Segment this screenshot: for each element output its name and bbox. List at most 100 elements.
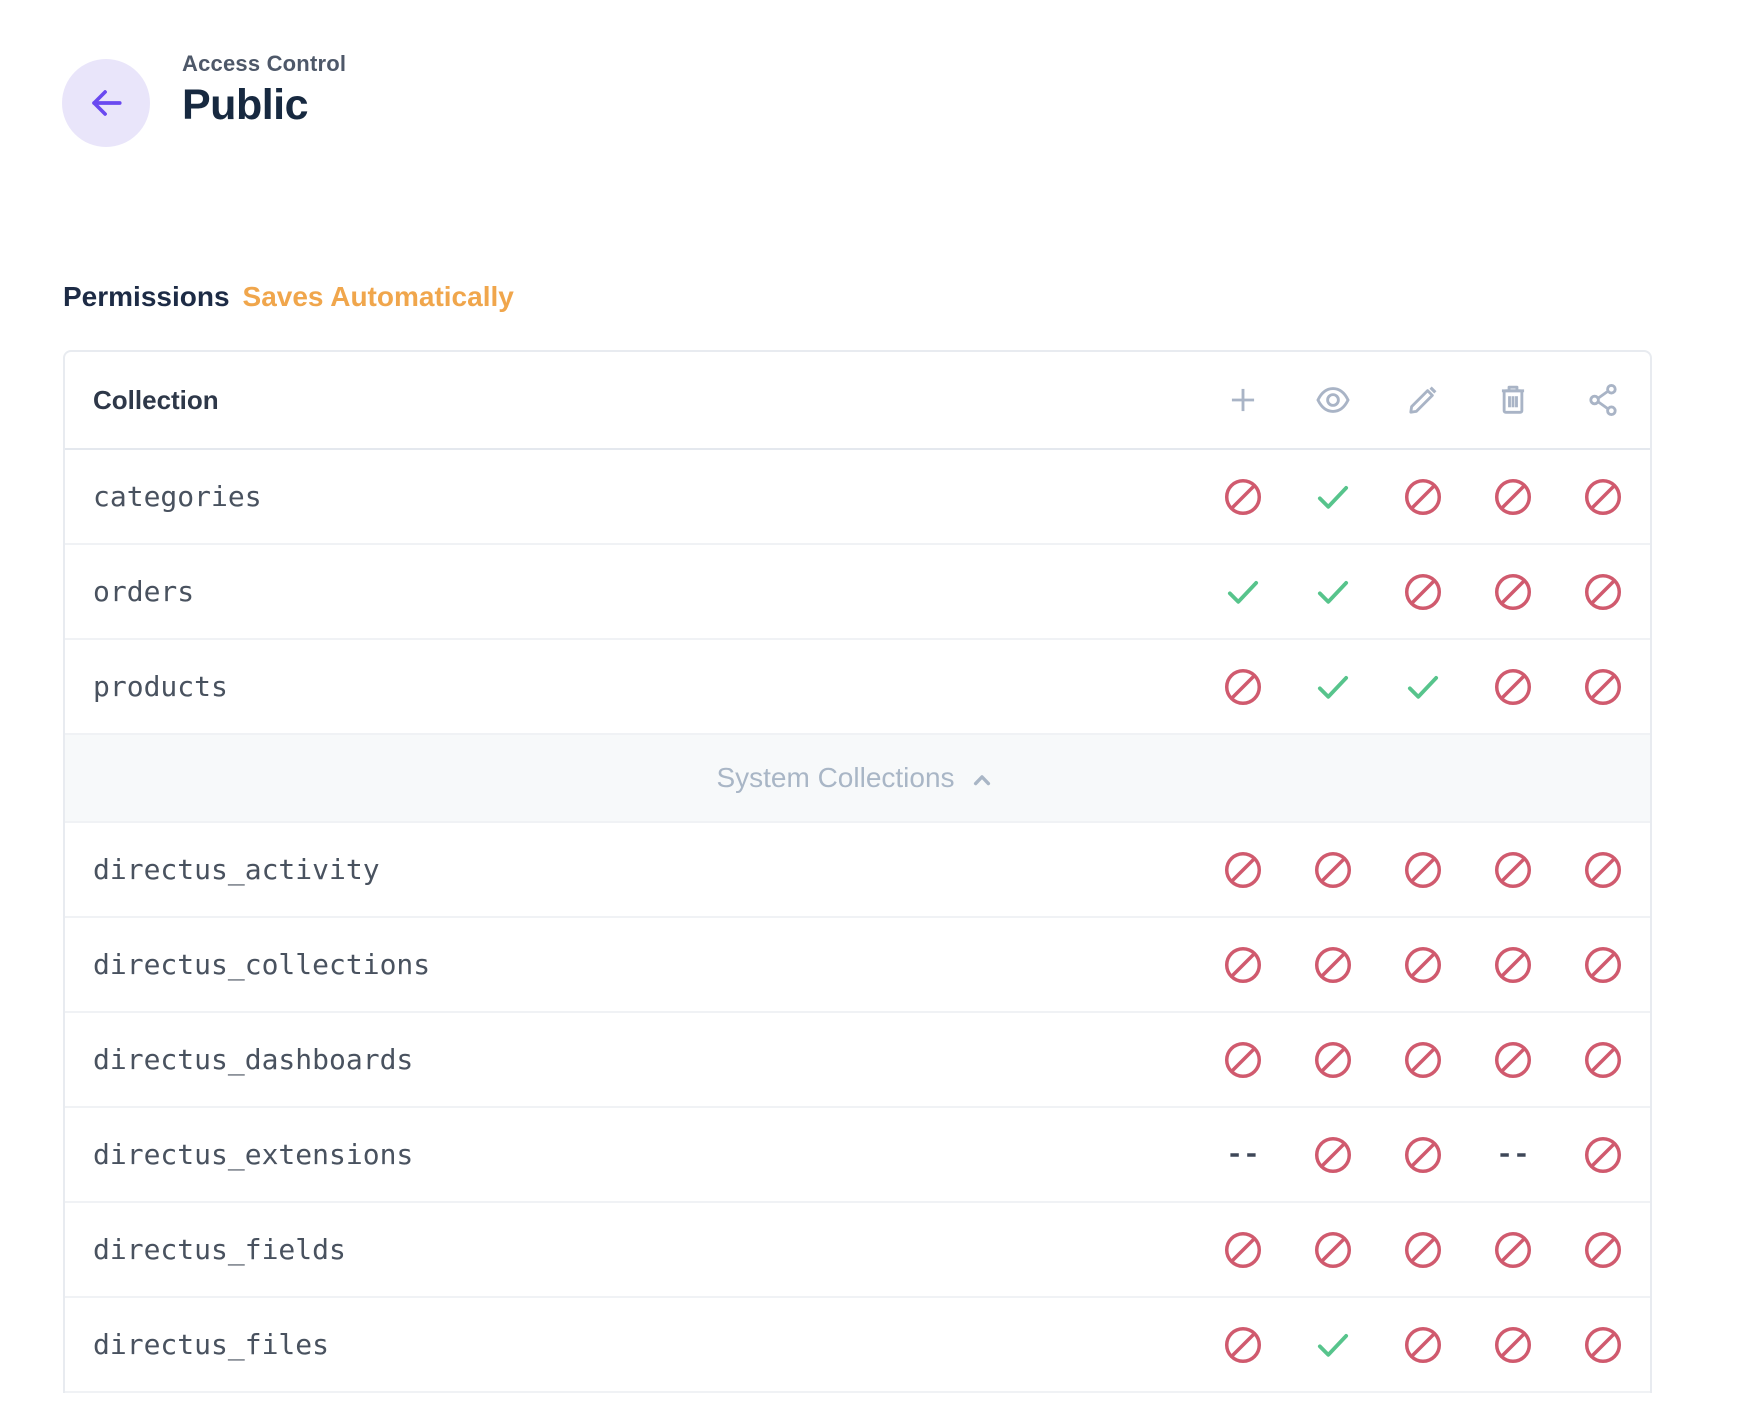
block-icon	[1582, 476, 1624, 518]
block-icon	[1492, 849, 1534, 891]
permission-cells	[1198, 449, 1650, 544]
permission-toggle-share[interactable]	[1558, 449, 1648, 544]
action-column-headers	[1198, 381, 1650, 419]
permission-toggle-update[interactable]	[1378, 1012, 1468, 1107]
permission-toggle-create[interactable]	[1198, 1012, 1288, 1107]
block-icon	[1492, 1229, 1534, 1271]
permissions-table: Collection	[63, 350, 1652, 1393]
share-icon	[1584, 381, 1622, 419]
collection-name: directus_fields	[65, 1233, 1198, 1266]
permission-toggle-update[interactable]	[1378, 1107, 1468, 1202]
permission-toggle-share[interactable]	[1558, 1297, 1648, 1392]
permission-toggle-read[interactable]	[1288, 639, 1378, 734]
permission-toggle-delete[interactable]	[1468, 544, 1558, 639]
block-icon	[1402, 476, 1444, 518]
permission-toggle-read[interactable]	[1288, 544, 1378, 639]
permission-toggle-create[interactable]	[1198, 822, 1288, 917]
permission-toggle-update[interactable]	[1378, 1297, 1468, 1392]
permission-toggle-share[interactable]	[1558, 544, 1648, 639]
permission-toggle-delete[interactable]	[1468, 822, 1558, 917]
permission-toggle-read[interactable]	[1288, 449, 1378, 544]
block-icon	[1312, 944, 1354, 986]
plus-icon	[1224, 381, 1262, 419]
permissions-heading: Permissions	[63, 281, 230, 313]
title-block: Access Control Public	[182, 51, 346, 130]
permission-toggle-create[interactable]	[1198, 1202, 1288, 1297]
permission-cells	[1198, 1107, 1650, 1202]
permission-toggle-share[interactable]	[1558, 822, 1648, 917]
block-icon	[1582, 1039, 1624, 1081]
read-column-header	[1288, 381, 1378, 419]
block-icon	[1222, 476, 1264, 518]
table-row: directus_fields	[65, 1203, 1650, 1298]
system-collections-divider[interactable]: System Collections	[65, 735, 1650, 823]
permission-toggle-create[interactable]	[1198, 1297, 1288, 1392]
permission-cells	[1198, 639, 1650, 734]
block-icon	[1312, 1134, 1354, 1176]
permission-toggle-delete[interactable]	[1468, 917, 1558, 1012]
table-row: orders	[65, 545, 1650, 640]
back-button[interactable]	[62, 59, 150, 147]
block-icon	[1312, 849, 1354, 891]
block-icon	[1492, 944, 1534, 986]
permission-toggle-read[interactable]	[1288, 1297, 1378, 1392]
collection-column-header: Collection	[65, 385, 1198, 416]
block-icon	[1582, 1134, 1624, 1176]
permissions-section-heading: Permissions Saves Automatically	[63, 281, 1760, 313]
permission-toggle-update[interactable]	[1378, 544, 1468, 639]
permission-toggle-delete[interactable]	[1468, 1202, 1558, 1297]
table-row: directus_collections	[65, 918, 1650, 1013]
block-icon	[1402, 944, 1444, 986]
block-icon	[1222, 944, 1264, 986]
block-icon	[1402, 849, 1444, 891]
permission-toggle-update[interactable]	[1378, 822, 1468, 917]
permission-toggle-update[interactable]	[1378, 917, 1468, 1012]
permission-toggle-read[interactable]	[1288, 1107, 1378, 1202]
delete-column-header	[1468, 381, 1558, 419]
permission-toggle-create[interactable]	[1198, 544, 1288, 639]
block-icon	[1222, 666, 1264, 708]
permission-toggle-delete[interactable]	[1468, 639, 1558, 734]
permission-cells	[1198, 1202, 1650, 1297]
permission-toggle-delete[interactable]	[1468, 1297, 1558, 1392]
permission-toggle-update[interactable]	[1378, 1202, 1468, 1297]
collection-name: directus_dashboards	[65, 1043, 1198, 1076]
permission-toggle-share[interactable]	[1558, 1202, 1648, 1297]
permission-toggle-share[interactable]	[1558, 1012, 1648, 1107]
permission-toggle-share[interactable]	[1558, 1107, 1648, 1202]
permission-toggle-create[interactable]	[1198, 639, 1288, 734]
permission-toggle-delete[interactable]	[1468, 449, 1558, 544]
collection-name: directus_files	[65, 1328, 1198, 1361]
block-icon	[1402, 1229, 1444, 1271]
permission-toggle-create[interactable]	[1198, 1107, 1288, 1202]
permission-toggle-create[interactable]	[1198, 449, 1288, 544]
system-collections-label: System Collections	[716, 762, 954, 794]
create-column-header	[1198, 381, 1288, 419]
collection-name: directus_activity	[65, 853, 1198, 886]
permission-toggle-read[interactable]	[1288, 917, 1378, 1012]
permission-cells	[1198, 544, 1650, 639]
permission-toggle-read[interactable]	[1288, 1012, 1378, 1107]
block-icon	[1582, 1229, 1624, 1271]
permission-toggle-share[interactable]	[1558, 917, 1648, 1012]
collection-name: products	[65, 670, 1198, 703]
page-header: Access Control Public	[62, 59, 1760, 147]
check-icon	[1312, 666, 1354, 708]
permission-toggle-delete[interactable]	[1468, 1012, 1558, 1107]
dash-icon	[1222, 1134, 1264, 1176]
permission-toggle-read[interactable]	[1288, 822, 1378, 917]
permission-toggle-create[interactable]	[1198, 917, 1288, 1012]
breadcrumb: Access Control	[182, 51, 346, 77]
permission-toggle-update[interactable]	[1378, 449, 1468, 544]
autosave-note: Saves Automatically	[243, 281, 514, 313]
permission-toggle-delete[interactable]	[1468, 1107, 1558, 1202]
permission-toggle-update[interactable]	[1378, 639, 1468, 734]
permission-toggle-read[interactable]	[1288, 1202, 1378, 1297]
check-icon	[1222, 571, 1264, 613]
block-icon	[1222, 1039, 1264, 1081]
collection-name: directus_collections	[65, 948, 1198, 981]
block-icon	[1402, 571, 1444, 613]
block-icon	[1492, 1324, 1534, 1366]
permission-toggle-share[interactable]	[1558, 639, 1648, 734]
block-icon	[1582, 666, 1624, 708]
